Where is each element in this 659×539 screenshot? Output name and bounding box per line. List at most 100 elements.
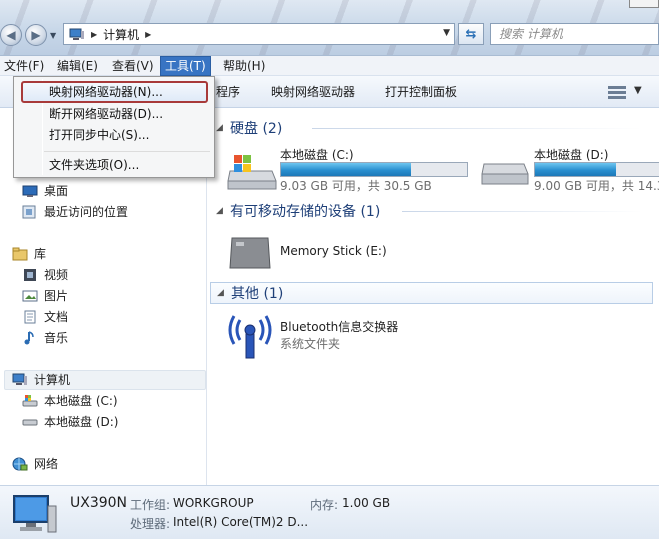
menu-tools[interactable]: 工具(T) xyxy=(160,56,211,76)
breadcrumb-computer[interactable]: 计算机 xyxy=(103,26,139,43)
group-title: 其他 (1) xyxy=(231,286,284,302)
library-icon xyxy=(12,247,28,261)
drive-d-info: 9.00 GB 可用，共 14.3 G xyxy=(534,179,659,193)
search-input[interactable]: 搜索 计算机 xyxy=(490,23,659,45)
bluetooth-subtitle: 系统文件夹 xyxy=(280,337,341,351)
drive-c-usage-bar xyxy=(280,162,468,177)
pictures-icon xyxy=(22,289,38,303)
forward-button[interactable]: ▶ xyxy=(25,24,47,46)
map-network-drive-button[interactable]: 映射网络驱动器 xyxy=(271,76,355,108)
nav-label: 本地磁盘 (C:) xyxy=(44,394,118,408)
videos-icon xyxy=(22,268,38,282)
drive-d-usage-fill xyxy=(535,163,616,176)
nav-drive-c[interactable]: 本地磁盘 (C:) xyxy=(22,391,118,411)
nav-computer[interactable]: 计算机 xyxy=(12,370,70,390)
network-icon xyxy=(12,457,28,471)
group-removable-storage[interactable]: ◢ 有可移动存储的设备 (1) xyxy=(216,200,656,222)
nav-network[interactable]: 网络 xyxy=(12,454,58,474)
nav-label: 视频 xyxy=(44,268,69,282)
forward-arrow-icon: ▶ xyxy=(31,28,41,42)
group-divider xyxy=(312,128,642,129)
tools-menu-dropdown: 映射网络驱动器(N)... 断开网络驱动器(D)... 打开同步中心(S)...… xyxy=(13,76,215,178)
menu-item-disconnect-network-drive[interactable]: 断开网络驱动器(D)... xyxy=(49,104,163,124)
menu-item-map-network-drive[interactable]: 映射网络驱动器(N)... xyxy=(49,82,163,102)
content-area: ◢ 硬盘 (2) 本地磁盘 (C:) 9.03 GB 可用，共 30.5 GB … xyxy=(208,108,659,485)
system-drive-icon xyxy=(227,155,277,190)
address-dropdown-icon[interactable]: ▼ xyxy=(443,28,450,38)
group-other[interactable]: ◢ 其他 (1) xyxy=(210,282,653,304)
menu-view[interactable]: 查看(V) xyxy=(108,56,158,76)
nav-recent-places[interactable]: 最近访问的位置 xyxy=(22,202,128,222)
hard-drive-icon xyxy=(22,415,38,429)
nav-libraries[interactable]: 库 xyxy=(12,244,46,264)
nav-pictures[interactable]: 图片 xyxy=(22,286,68,306)
breadcrumb-separator-icon[interactable]: ▶ xyxy=(91,30,97,39)
nav-label: 本地磁盘 (D:) xyxy=(44,415,119,429)
bluetooth-name: Bluetooth信息交换器 xyxy=(280,320,399,334)
memory-label: 内存: xyxy=(310,498,339,512)
desktop-icon xyxy=(22,184,38,198)
nav-music[interactable]: 音乐 xyxy=(22,328,68,348)
computer-icon xyxy=(69,28,85,41)
refresh-button[interactable]: ⇆ xyxy=(458,23,484,45)
nav-label: 音乐 xyxy=(44,331,69,345)
nav-label: 文档 xyxy=(44,310,69,324)
nav-label: 计算机 xyxy=(34,373,71,387)
group-divider xyxy=(402,211,642,212)
nav-label: 图片 xyxy=(44,289,69,303)
nav-documents[interactable]: 文档 xyxy=(22,307,68,327)
menu-item-folder-options[interactable]: 文件夹选项(O)... xyxy=(49,155,139,175)
memory-stick-name: Memory Stick (E:) xyxy=(280,244,387,258)
bluetooth-icon xyxy=(228,315,272,359)
memory-value: 1.00 GB xyxy=(342,496,391,510)
group-title: 有可移动存储的设备 (1) xyxy=(230,204,381,220)
nav-label: 最近访问的位置 xyxy=(44,205,129,219)
drive-d-usage-bar xyxy=(534,162,659,177)
hard-drive-icon xyxy=(481,163,529,185)
nav-videos[interactable]: 视频 xyxy=(22,265,68,285)
menu-file[interactable]: 文件(F) xyxy=(0,56,48,76)
recent-places-icon xyxy=(22,205,38,219)
drive-c-info: 9.03 GB 可用，共 30.5 GB xyxy=(280,179,432,193)
back-button[interactable]: ◀ xyxy=(0,24,22,46)
workgroup-value: WORKGROUP xyxy=(173,496,254,510)
nav-label: 库 xyxy=(34,247,47,261)
drive-c-usage-fill xyxy=(281,163,412,176)
menu-help[interactable]: 帮助(H) xyxy=(219,56,269,76)
music-icon xyxy=(22,331,38,345)
group-hard-disks[interactable]: ◢ 硬盘 (2) xyxy=(216,117,656,139)
collapse-arrow-icon[interactable]: ◢ xyxy=(216,123,230,133)
nav-label: 桌面 xyxy=(44,184,69,198)
nav-drive-d[interactable]: 本地磁盘 (D:) xyxy=(22,412,118,432)
nav-desktop[interactable]: 桌面 xyxy=(22,181,68,201)
group-title: 硬盘 (2) xyxy=(230,121,283,137)
address-bar[interactable]: ▶ 计算机 ▶ ▼ xyxy=(63,23,455,45)
system-drive-icon xyxy=(22,394,38,408)
recent-pages-dropdown-icon[interactable]: ▼ xyxy=(50,31,56,40)
open-control-panel-button[interactable]: 打开控制面板 xyxy=(385,76,457,108)
window-close-button[interactable] xyxy=(629,0,659,8)
uninstall-program-button[interactable]: 程序 xyxy=(216,76,240,108)
menu-separator xyxy=(44,151,210,152)
view-options-dropdown-icon[interactable]: ▼ xyxy=(634,85,642,96)
collapse-arrow-icon[interactable]: ◢ xyxy=(216,206,230,216)
processor-value: Intel(R) Core(TM)2 D... xyxy=(173,515,309,529)
back-arrow-icon: ◀ xyxy=(6,28,16,42)
menu-item-open-sync-center[interactable]: 打开同步中心(S)... xyxy=(49,125,149,145)
memory-stick-icon xyxy=(229,237,271,269)
refresh-icon: ⇆ xyxy=(465,26,477,42)
nav-label: 网络 xyxy=(34,457,59,471)
drive-c-name: 本地磁盘 (C:) xyxy=(280,148,354,162)
computer-icon xyxy=(13,495,57,533)
workgroup-label: 工作组: xyxy=(130,498,171,512)
title-bar: ◀ ▶ ▼ ▶ 计算机 ▶ ▼ ⇆ 搜索 计算机 xyxy=(0,0,659,56)
change-view-icon[interactable] xyxy=(608,84,626,100)
breadcrumb-separator-icon[interactable]: ▶ xyxy=(145,30,151,39)
menu-bar: 文件(F) 编辑(E) 查看(V) 工具(T) 帮助(H) xyxy=(0,56,659,76)
drive-d-name: 本地磁盘 (D:) xyxy=(534,148,609,162)
menu-edit[interactable]: 编辑(E) xyxy=(53,56,102,76)
processor-label: 处理器: xyxy=(130,517,171,531)
collapse-arrow-icon[interactable]: ◢ xyxy=(217,288,231,298)
computer-name: UX390N xyxy=(70,495,128,511)
details-pane: UX390N 工作组: WORKGROUP 内存: 1.00 GB 处理器: I… xyxy=(0,485,659,539)
